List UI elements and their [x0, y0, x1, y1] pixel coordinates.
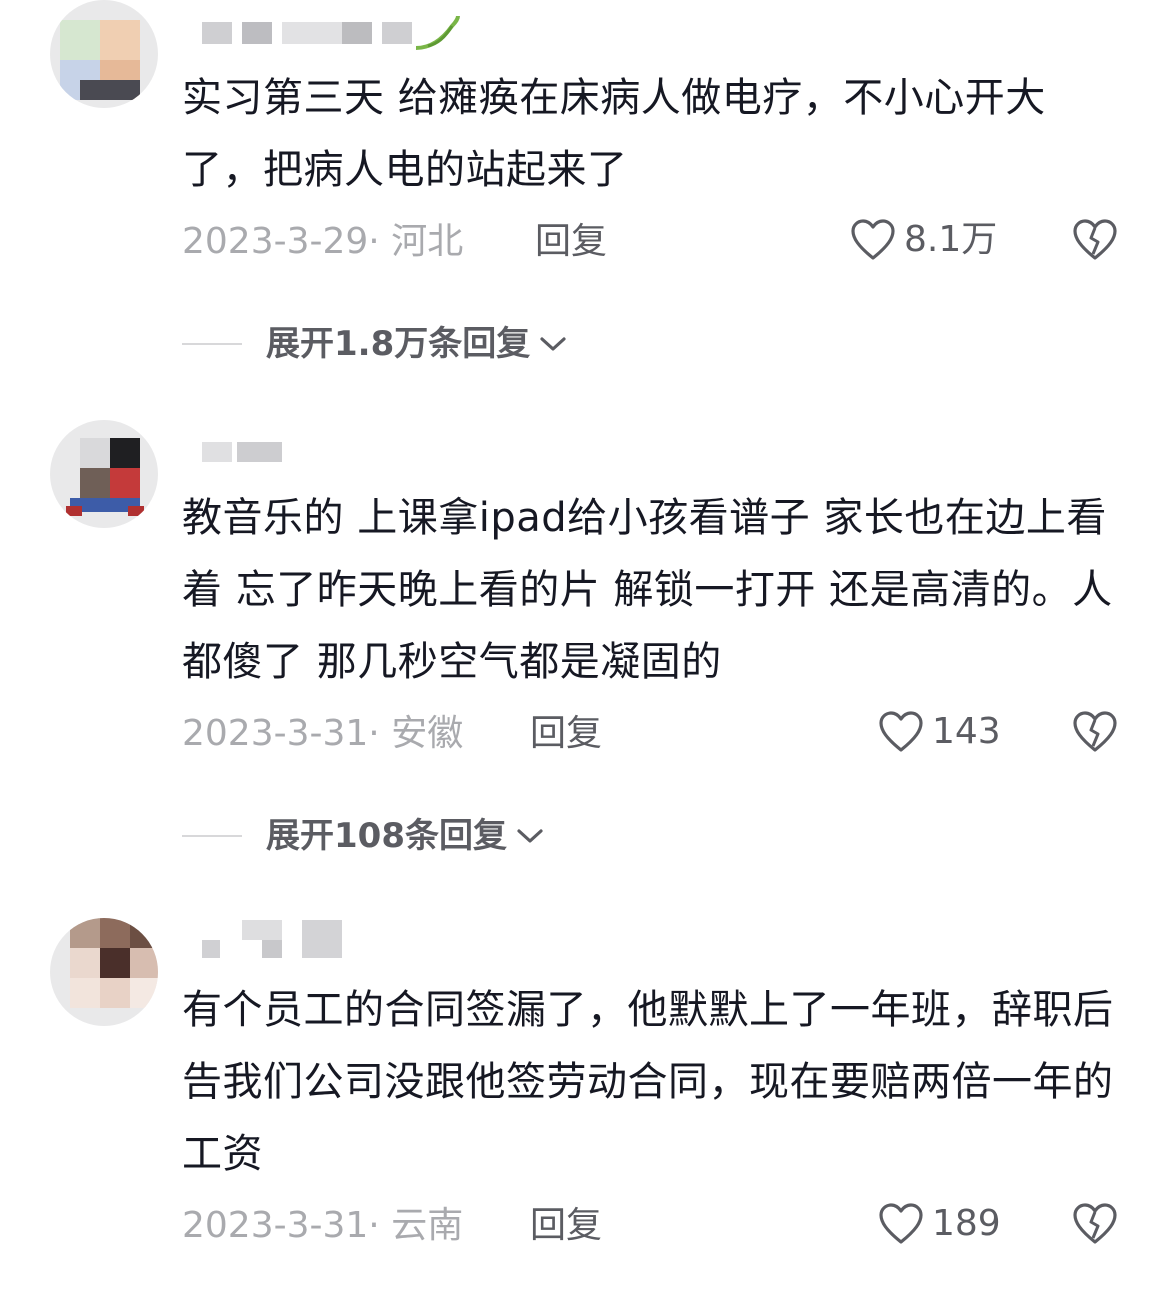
reply-button[interactable]: 回复	[530, 1206, 602, 1246]
avatar[interactable]	[50, 420, 158, 528]
comment-date: 2023-3-31·	[182, 713, 380, 754]
divider-line	[182, 343, 242, 345]
chevron-down-icon	[540, 337, 566, 351]
avatar[interactable]	[50, 0, 158, 108]
comment-meta: 2023-3-31· 安徽	[182, 714, 463, 754]
comment-item: 实习第三天 给瘫痪在床病人做电疗，不小心开大了，把病人电的站起来了 2023-3…	[0, 0, 1170, 400]
comment-text: 实习第三天 给瘫痪在床病人做电疗，不小心开大了，把病人电的站起来了	[182, 75, 1046, 193]
divider-line	[182, 835, 242, 837]
expand-replies-button[interactable]: 展开108条回复	[182, 816, 545, 856]
broken-heart-icon	[1073, 1203, 1117, 1244]
username-blurred[interactable]	[182, 438, 482, 468]
heart-outline-icon	[851, 219, 895, 260]
comment-date: 2023-3-31·	[182, 1205, 380, 1246]
comment-location: 河北	[391, 221, 464, 262]
reply-button[interactable]: 回复	[535, 222, 607, 262]
broken-heart-icon	[1073, 711, 1117, 752]
like-count: 143	[932, 711, 1001, 752]
dislike-button[interactable]	[1072, 218, 1118, 266]
reply-button[interactable]: 回复	[530, 714, 602, 754]
expand-replies-label: 展开1.8万条回复	[266, 324, 531, 364]
comment-meta: 2023-3-31· 云南	[182, 1206, 463, 1246]
like-count: 8.1万	[904, 219, 998, 260]
comment-item: 教音乐的 上课拿ipad给小孩看谱子 家长也在边上看着 忘了昨天晚上看的片 解锁…	[0, 420, 1170, 900]
comment-item: 有个员工的合同签漏了，他默默上了一年班，辞职后告我们公司没跟他签劳动合同，现在要…	[0, 912, 1170, 1291]
like-count: 189	[932, 1203, 1001, 1244]
expand-replies-button[interactable]: 展开1.8万条回复	[182, 324, 568, 364]
expand-replies-label: 展开108条回复	[266, 816, 507, 856]
chevron-down-icon	[517, 829, 543, 843]
comment-location: 安徽	[391, 713, 464, 754]
heart-outline-icon	[879, 711, 923, 752]
dislike-button[interactable]	[1072, 710, 1118, 758]
comment-location: 云南	[391, 1205, 464, 1246]
username-blurred[interactable]	[182, 14, 482, 50]
like-button[interactable]: 8.1万	[850, 218, 997, 262]
comment-text: 教音乐的 上课拿ipad给小孩看谱子 家长也在边上看着 忘了昨天晚上看的片 解锁…	[182, 495, 1113, 685]
leaf-icon	[415, 15, 460, 50]
avatar[interactable]	[50, 918, 158, 1026]
comment-date: 2023-3-29·	[182, 221, 380, 262]
comment-meta: 2023-3-29· 河北	[182, 222, 463, 262]
dislike-button[interactable]	[1072, 1202, 1118, 1250]
like-button[interactable]: 189	[878, 1202, 1001, 1246]
heart-outline-icon	[879, 1203, 923, 1244]
like-button[interactable]: 143	[878, 710, 1001, 754]
comment-text: 有个员工的合同签漏了，他默默上了一年班，辞职后告我们公司没跟他签劳动合同，现在要…	[182, 987, 1114, 1177]
username-blurred[interactable]	[182, 920, 482, 958]
broken-heart-icon	[1073, 219, 1117, 260]
